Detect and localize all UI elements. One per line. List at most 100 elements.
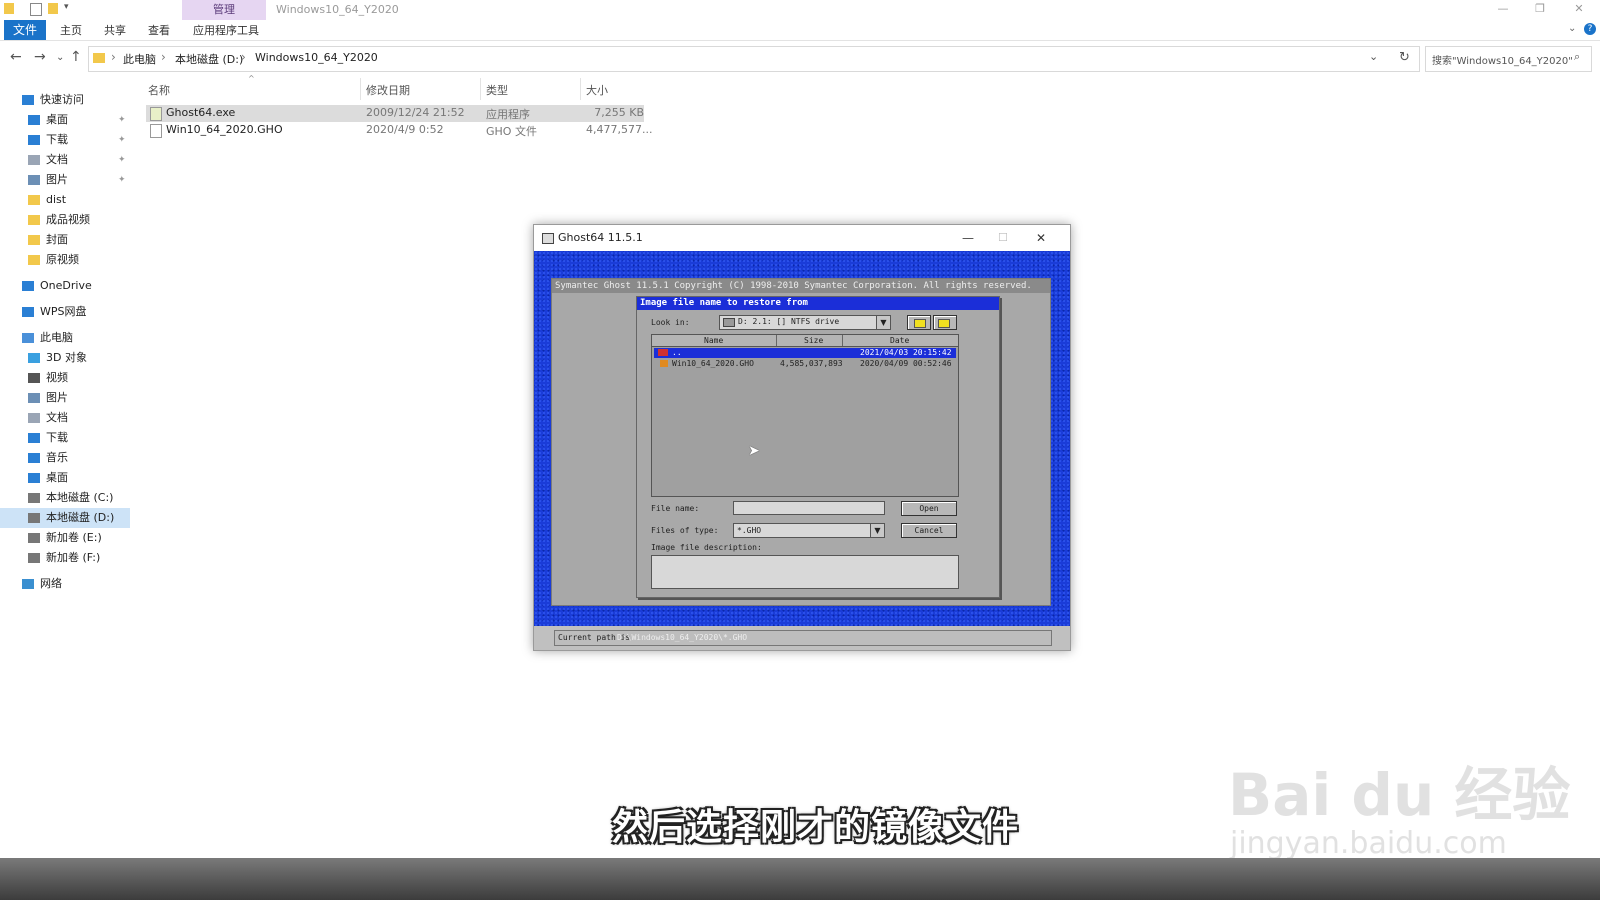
- sidebar-item[interactable]: 原视频: [0, 250, 130, 270]
- forward-arrow-icon[interactable]: →: [34, 49, 46, 65]
- current-path-field: Current path is D:\Windows10_64_Y2020\*.…: [554, 630, 1052, 646]
- open-button[interactable]: Open: [901, 501, 957, 516]
- file-name: Ghost64.exe: [166, 106, 236, 119]
- close-icon[interactable]: ✕: [1036, 225, 1046, 251]
- chevron-down-icon[interactable]: ▼: [876, 316, 890, 329]
- sidebar-item-label: 文档: [46, 411, 68, 424]
- restore-icon[interactable]: ❐: [1527, 0, 1553, 18]
- sidebar-item[interactable]: 下载: [0, 428, 130, 448]
- sidebar-item-label: 桌面: [46, 471, 68, 484]
- sidebar-item[interactable]: 本地磁盘 (C:): [0, 488, 130, 508]
- sidebar-item[interactable]: 桌面 ✦: [0, 110, 130, 130]
- tab-share[interactable]: 共享: [104, 22, 126, 40]
- image-description-label: Image file description:: [651, 543, 762, 552]
- sidebar-item[interactable]: 封面: [0, 230, 130, 250]
- back-arrow-icon[interactable]: ←: [10, 49, 22, 65]
- minimize-icon[interactable]: —: [1490, 0, 1516, 18]
- sidebar-item[interactable]: 快速访问: [0, 90, 130, 110]
- column-header-type[interactable]: 类型: [486, 82, 508, 98]
- refresh-icon[interactable]: ↻: [1399, 50, 1410, 65]
- sidebar-item[interactable]: 本地磁盘 (D:): [0, 508, 130, 528]
- breadcrumb-separator-icon: ›: [241, 50, 246, 64]
- sidebar-item[interactable]: 网络: [0, 574, 130, 594]
- column-separator[interactable]: [360, 78, 361, 100]
- sidebar-item[interactable]: 图片 ✦: [0, 170, 130, 190]
- up-one-level-button[interactable]: [907, 315, 931, 330]
- files-of-type-select[interactable]: *.GHO ▼: [733, 523, 885, 538]
- properties-icon[interactable]: [30, 3, 42, 16]
- breadcrumb-drive-d[interactable]: 本地磁盘 (D:): [175, 51, 243, 67]
- current-path-value: D:\Windows10_64_Y2020\*.GHO: [617, 633, 748, 642]
- sidebar-item[interactable]: 文档 ✦: [0, 150, 130, 170]
- sidebar-item-label: 成品视频: [46, 213, 90, 226]
- quick-access-toolbar-dropdown-icon[interactable]: ▾: [64, 2, 69, 12]
- list-header: Name Size Date: [652, 335, 958, 347]
- executable-icon: [150, 107, 162, 121]
- sidebar-item[interactable]: 视频: [0, 368, 130, 388]
- ribbon-expand-icon[interactable]: ⌄: [1568, 23, 1576, 34]
- help-icon[interactable]: ?: [1584, 23, 1596, 35]
- drive-icon: [28, 513, 40, 523]
- sidebar-item[interactable]: 音乐: [0, 448, 130, 468]
- list-row-name: ..: [672, 348, 682, 357]
- image-description-box[interactable]: [651, 555, 959, 589]
- look-in-select[interactable]: D: 2.1: [] NTFS drive ▼: [719, 315, 891, 330]
- list-header-divider: [776, 335, 777, 346]
- network-icon: [22, 579, 34, 589]
- list-row-parent[interactable]: .. 2021/04/03 20:15:42: [654, 348, 956, 358]
- sidebar-item[interactable]: 新加卷 (F:): [0, 548, 130, 568]
- column-header-date[interactable]: 修改日期: [366, 82, 410, 98]
- recent-locations-icon[interactable]: ⌄: [56, 52, 64, 63]
- column-separator[interactable]: [580, 78, 581, 100]
- list-header-date[interactable]: Date: [890, 336, 909, 345]
- breadcrumb-current-folder[interactable]: Windows10_64_Y2020: [255, 51, 378, 64]
- sidebar-item[interactable]: WPS网盘: [0, 302, 130, 322]
- ribbon-tabs: 文件 主页 共享 查看 应用程序工具 ⌄ ?: [0, 20, 1600, 41]
- tab-application-tools[interactable]: 应用程序工具: [193, 22, 259, 40]
- list-header-name[interactable]: Name: [704, 336, 723, 345]
- sidebar-item[interactable]: OneDrive: [0, 276, 130, 296]
- file-row[interactable]: Win10_64_2020.GHO 2020/4/9 0:52 GHO 文件 4,47…: [146, 122, 652, 139]
- tab-view[interactable]: 查看: [148, 22, 170, 40]
- list-header-size[interactable]: Size: [804, 336, 823, 345]
- new-folder-icon[interactable]: [48, 3, 58, 14]
- sidebar-item[interactable]: 桌面: [0, 468, 130, 488]
- create-folder-button[interactable]: [933, 315, 957, 330]
- file-type: 应用程序: [486, 108, 530, 121]
- sidebar-item[interactable]: 下载 ✦: [0, 130, 130, 150]
- sidebar-item[interactable]: 图片: [0, 388, 130, 408]
- tab-file[interactable]: 文件: [4, 20, 46, 40]
- address-history-dropdown-icon[interactable]: ⌄: [1369, 50, 1378, 63]
- sidebar-item[interactable]: dist: [0, 190, 130, 210]
- baidu-watermark-url: jingyan.baidu.com: [1230, 826, 1507, 861]
- address-bar[interactable]: › 此电脑 › 本地磁盘 (D:) › Windows10_64_Y2020 ⌄…: [88, 46, 1420, 72]
- search-input[interactable]: 搜索"Windows10_64_Y2020": [1432, 52, 1573, 67]
- column-separator[interactable]: [480, 78, 481, 100]
- close-icon[interactable]: ✕: [1566, 0, 1592, 18]
- search-box[interactable]: 搜索"Windows10_64_Y2020" ⌕: [1425, 46, 1592, 72]
- sidebar-item-label: 封面: [46, 233, 68, 246]
- sidebar-item[interactable]: 新加卷 (E:): [0, 528, 130, 548]
- file-row[interactable]: Ghost64.exe 2009/12/24 21:52 应用程序 7,255 KB: [146, 105, 644, 122]
- file-list-box[interactable]: Name Size Date .. 2021/04/03 20:15:42 Wi…: [651, 334, 959, 497]
- breadcrumb-this-pc[interactable]: 此电脑: [123, 51, 156, 67]
- contextual-tab-group-label[interactable]: 管理: [182, 1, 266, 17]
- search-icon[interactable]: ⌕: [1574, 50, 1580, 64]
- list-row-gho-file[interactable]: Win10_64_2020.GHO 4,585,037,893 2020/04/…: [654, 359, 956, 369]
- pin-icon: ✦: [118, 175, 126, 185]
- minimize-icon[interactable]: —: [962, 225, 974, 251]
- column-header-size[interactable]: 大小: [586, 82, 608, 98]
- tab-home[interactable]: 主页: [60, 22, 82, 40]
- sidebar-item[interactable]: 3D 对象: [0, 348, 130, 368]
- file-type: GHO 文件: [486, 125, 537, 138]
- sidebar-item[interactable]: 成品视频: [0, 210, 130, 230]
- symantec-main-panel: Symantec Ghost 11.5.1 Copyright (C) 1998…: [551, 278, 1051, 606]
- sidebar-item[interactable]: 此电脑: [0, 328, 130, 348]
- chevron-down-icon[interactable]: ▼: [870, 524, 884, 537]
- file-name-input[interactable]: [733, 501, 885, 515]
- sidebar-item[interactable]: 文档: [0, 408, 130, 428]
- list-header-divider: [842, 335, 843, 346]
- up-arrow-icon[interactable]: ↑: [70, 49, 82, 65]
- cancel-button[interactable]: Cancel: [901, 523, 957, 538]
- column-header-name[interactable]: 名称: [148, 82, 170, 98]
